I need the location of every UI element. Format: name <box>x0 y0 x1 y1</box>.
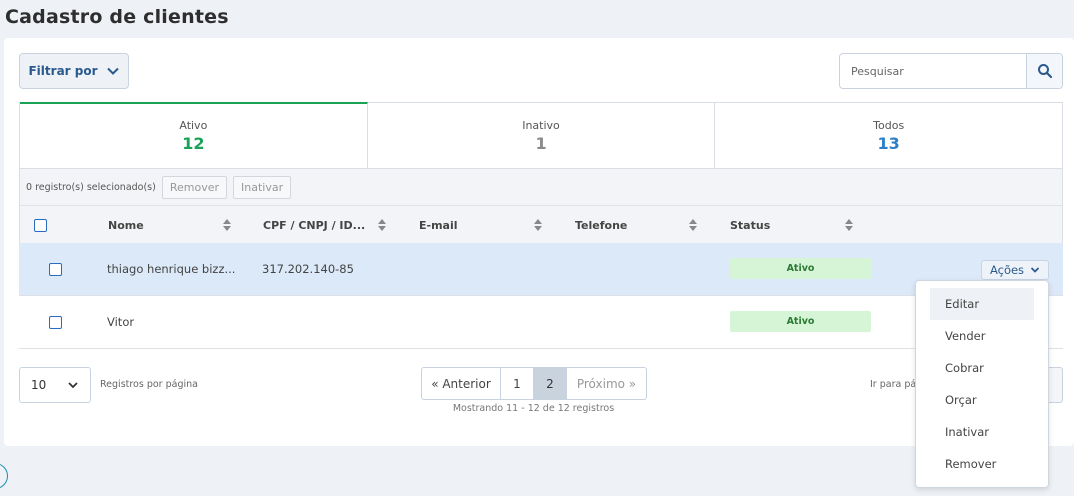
tab-inativo[interactable]: Inativo 1 <box>368 103 716 168</box>
actions-label: Ações <box>989 263 1025 277</box>
status-badge: Ativo <box>730 311 871 332</box>
pagination-info: Mostrando 11 - 12 de 12 registros <box>452 403 615 414</box>
goto-page-label: Ir para pá <box>870 379 917 390</box>
status-badge: Ativo <box>730 258 871 279</box>
selection-count: 0 registro(s) selecionado(s) <box>26 181 156 193</box>
filter-label: Filtrar por <box>28 64 98 78</box>
tab-count: 12 <box>182 134 205 153</box>
column-nome[interactable]: Nome <box>108 206 144 244</box>
search-input[interactable] <box>840 54 1026 88</box>
sort-icon[interactable] <box>845 219 853 231</box>
chevron-down-icon <box>1030 267 1040 273</box>
sort-icon[interactable] <box>223 219 231 231</box>
menu-item-remover[interactable]: Remover <box>930 448 1034 480</box>
per-page-select[interactable]: 10 <box>19 367 91 403</box>
per-page-value: 10 <box>31 378 47 392</box>
per-page-label: Registros por página <box>100 379 198 390</box>
tab-label: Ativo <box>179 119 208 132</box>
tab-count: 1 <box>535 133 547 153</box>
menu-item-cobrar[interactable]: Cobrar <box>930 352 1034 384</box>
floating-help-button[interactable] <box>0 463 8 489</box>
tab-label: Todos <box>873 118 905 132</box>
deactivate-button[interactable]: Inativar <box>233 175 292 199</box>
page-button-current[interactable]: 2 <box>534 368 567 399</box>
search-box <box>839 53 1063 89</box>
status-tabs: Ativo 12 Inativo 1 Todos 13 <box>19 102 1063 169</box>
column-telefone[interactable]: Telefone <box>575 206 627 244</box>
menu-item-orcar[interactable]: Orçar <box>930 384 1034 416</box>
menu-item-inativar[interactable]: Inativar <box>930 416 1034 448</box>
page-title: Cadastro de clientes <box>5 6 229 28</box>
client-name: thiago henrique bizz... <box>107 262 236 276</box>
tab-count: 13 <box>877 133 900 153</box>
sort-icon[interactable] <box>378 219 386 231</box>
column-status[interactable]: Status <box>730 206 770 244</box>
page-button[interactable]: 1 <box>501 368 534 399</box>
search-icon <box>1037 64 1052 79</box>
column-documento[interactable]: CPF / CNPJ / ID... <box>263 206 365 244</box>
chevron-down-icon <box>106 67 119 75</box>
tab-label: Inativo <box>522 118 560 132</box>
selection-bar: 0 registro(s) selecionado(s) Remover Ina… <box>19 169 1063 205</box>
next-page-button[interactable]: Próximo » <box>567 368 646 399</box>
actions-button[interactable]: Ações <box>981 260 1049 280</box>
sort-icon[interactable] <box>534 219 542 231</box>
row-checkbox[interactable] <box>49 243 62 295</box>
table-row[interactable]: thiago henrique bizz... 317.202.140-85 A… <box>19 243 1063 296</box>
tab-todos[interactable]: Todos 13 <box>715 103 1062 168</box>
search-button[interactable] <box>1026 54 1062 88</box>
prev-page-button[interactable]: « Anterior <box>422 368 501 399</box>
row-checkbox[interactable] <box>49 296 62 348</box>
remove-button[interactable]: Remover <box>161 175 228 199</box>
chevron-down-icon <box>68 382 78 389</box>
menu-item-vender[interactable]: Vender <box>930 320 1034 352</box>
column-email[interactable]: E-mail <box>419 206 458 244</box>
menu-item-editar[interactable]: Editar <box>930 288 1034 320</box>
select-all-checkbox[interactable] <box>34 206 47 244</box>
table-header: Nome CPF / CNPJ / ID... E-mail Telefone … <box>19 205 1063 243</box>
pagination: « Anterior 1 2 Próximo » <box>421 367 647 400</box>
filter-button[interactable]: Filtrar por <box>19 53 129 89</box>
table-row[interactable]: Vitor Ativo <box>19 296 1063 349</box>
client-document: 317.202.140-85 <box>262 262 354 276</box>
tab-ativo[interactable]: Ativo 12 <box>20 102 368 168</box>
sort-icon[interactable] <box>689 219 697 231</box>
actions-menu: Editar Vender Cobrar Orçar Inativar Remo… <box>915 280 1049 488</box>
client-name: Vitor <box>107 315 135 329</box>
